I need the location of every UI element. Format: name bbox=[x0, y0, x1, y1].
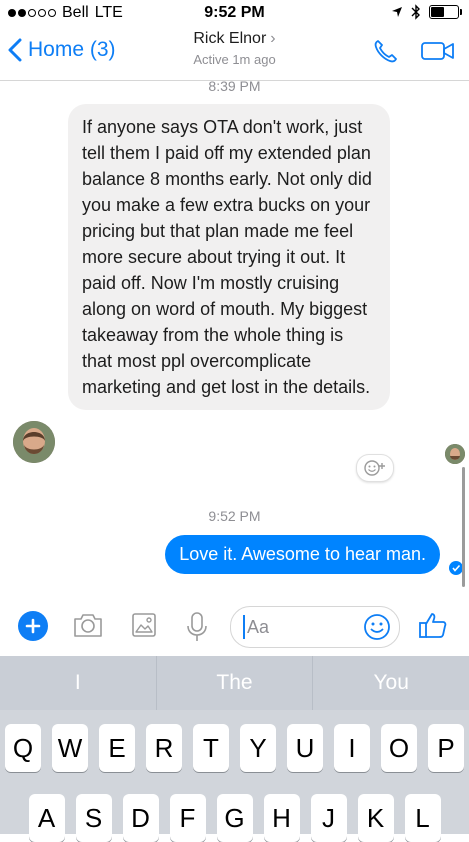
call-actions bbox=[373, 38, 455, 64]
image-icon bbox=[132, 613, 156, 637]
camera-button[interactable] bbox=[72, 611, 104, 639]
keyboard-row-2: ASDFGHJKL bbox=[0, 794, 469, 842]
message-input-placeholder: Aa bbox=[247, 616, 270, 637]
battery-fill bbox=[431, 7, 444, 17]
key-i[interactable]: I bbox=[334, 724, 370, 772]
avatar-image bbox=[13, 421, 55, 463]
status-right-icons bbox=[391, 4, 462, 20]
read-receipt-avatar bbox=[445, 444, 465, 464]
key-d[interactable]: D bbox=[122, 794, 159, 842]
voice-button[interactable] bbox=[186, 611, 208, 643]
contact-name: Rick Elnor bbox=[193, 30, 267, 47]
key-k[interactable]: K bbox=[357, 794, 394, 842]
suggestion-item[interactable]: You bbox=[313, 656, 469, 710]
outgoing-message-bubble[interactable]: Love it. Awesome to hear man. bbox=[165, 535, 440, 574]
message-composer: Aa bbox=[0, 600, 469, 656]
location-arrow-icon bbox=[392, 7, 402, 17]
keyboard-row-1: QWERTYUIOP bbox=[0, 724, 469, 772]
plus-button[interactable] bbox=[18, 611, 48, 641]
message-thread[interactable]: 8:39 PM If anyone says OTA don't work, j… bbox=[0, 80, 469, 600]
conversation-header: Home (3) Rick Elnor › Active 1m ago bbox=[0, 26, 469, 81]
timestamp: 8:39 PM bbox=[208, 80, 261, 94]
scrollbar[interactable] bbox=[462, 467, 465, 587]
keyboard: I The You QWERTYUIOP ASDFGHJKL bbox=[0, 656, 469, 842]
key-l[interactable]: L bbox=[404, 794, 441, 842]
sent-check-icon bbox=[449, 561, 463, 575]
add-reaction-button[interactable] bbox=[356, 454, 394, 482]
key-q[interactable]: Q bbox=[5, 724, 41, 772]
key-y[interactable]: Y bbox=[240, 724, 276, 772]
video-camera-icon[interactable] bbox=[421, 40, 455, 62]
timestamp: 9:52 PM bbox=[208, 508, 261, 524]
message-input[interactable]: Aa bbox=[230, 606, 400, 648]
suggestion-item[interactable]: I bbox=[0, 656, 157, 710]
like-button[interactable] bbox=[418, 610, 448, 640]
avatar-image bbox=[445, 444, 465, 464]
camera-icon bbox=[74, 614, 102, 637]
chevron-right-icon: › bbox=[270, 30, 276, 47]
microphone-icon bbox=[187, 612, 207, 641]
key-h[interactable]: H bbox=[263, 794, 300, 842]
battery-icon bbox=[429, 5, 462, 19]
key-p[interactable]: P bbox=[428, 724, 464, 772]
key-f[interactable]: F bbox=[169, 794, 206, 842]
key-w[interactable]: W bbox=[52, 724, 88, 772]
key-o[interactable]: O bbox=[381, 724, 417, 772]
key-t[interactable]: T bbox=[193, 724, 229, 772]
thumbs-up-icon bbox=[419, 613, 447, 638]
smiley-plus-icon bbox=[364, 460, 385, 476]
photo-button[interactable] bbox=[130, 611, 158, 639]
text-cursor bbox=[243, 615, 245, 639]
predictive-bar: I The You bbox=[0, 656, 469, 710]
phone-icon[interactable] bbox=[373, 38, 399, 64]
status-bar: Bell LTE 9:52 PM bbox=[0, 0, 469, 26]
bluetooth-icon bbox=[411, 4, 420, 20]
key-j[interactable]: J bbox=[310, 794, 347, 842]
incoming-message-bubble[interactable]: If anyone says OTA don't work, just tell… bbox=[68, 104, 390, 410]
key-e[interactable]: E bbox=[99, 724, 135, 772]
key-a[interactable]: A bbox=[28, 794, 65, 842]
key-s[interactable]: S bbox=[75, 794, 112, 842]
key-g[interactable]: G bbox=[216, 794, 253, 842]
key-r[interactable]: R bbox=[146, 724, 182, 772]
suggestion-item[interactable]: The bbox=[157, 656, 314, 710]
plus-icon bbox=[25, 618, 41, 634]
key-u[interactable]: U bbox=[287, 724, 323, 772]
contact-avatar[interactable] bbox=[13, 421, 55, 463]
emoji-icon[interactable] bbox=[363, 613, 391, 641]
